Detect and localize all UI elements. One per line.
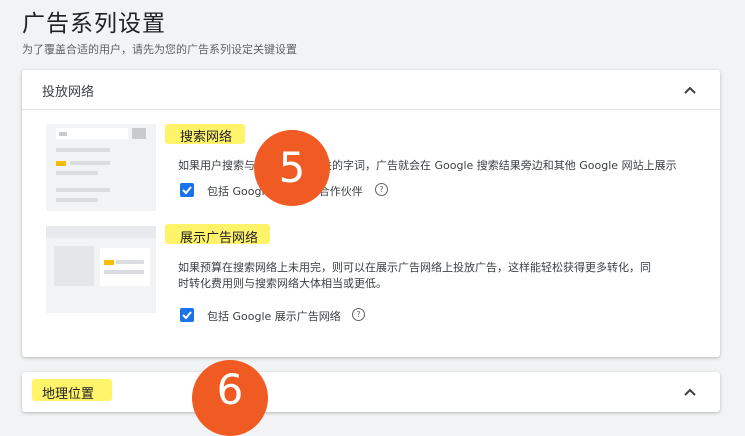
chevron-up-icon[interactable] [680, 382, 700, 402]
display-network-title: 展示广告网络 [180, 231, 259, 246]
page-title: 广告系列设置 [22, 11, 166, 37]
step-6-badge: 6 [192, 360, 268, 436]
chevron-up-icon[interactable] [680, 80, 700, 100]
page-subtitle: 为了覆盖合适的用户，请先为您的广告系列设定关键设置 [22, 43, 297, 56]
display-network-description-line1: 如果预算在搜索网络上未用完，则可以在展示广告网络上投放广告，这样能轻松获得更多转… [178, 261, 651, 274]
display-network-illustration [46, 226, 156, 313]
location-card-title: 地理位置 [42, 387, 95, 402]
search-network-illustration [46, 124, 156, 211]
network-card: 投放网络 搜索网络 如果用户搜索与您的关键字相关的字词，广告就会在 Google… [22, 70, 720, 357]
help-circle-icon[interactable]: ? [352, 308, 365, 321]
checkmark-icon [182, 186, 192, 195]
help-circle-icon[interactable]: ? [375, 183, 388, 196]
network-card-header[interactable]: 投放网络 [22, 70, 720, 110]
display-network-checkbox[interactable] [180, 308, 194, 322]
network-card-title: 投放网络 [42, 85, 95, 100]
step-5-badge: 5 [254, 130, 330, 206]
search-network-title: 搜索网络 [180, 130, 233, 145]
search-partners-checkbox[interactable] [180, 183, 194, 197]
display-network-description-line2: 时转化费用则与搜索网络大体相当或更低。 [178, 277, 387, 290]
display-network-label[interactable]: 包括 Google 展示广告网络 [207, 308, 341, 324]
location-card-header[interactable]: 地理位置 [22, 372, 720, 412]
search-network-description: 如果用户搜索与您的关键字相关的字词，广告就会在 Google 搜索结果旁边和其他… [178, 159, 677, 172]
checkmark-icon [182, 311, 192, 320]
